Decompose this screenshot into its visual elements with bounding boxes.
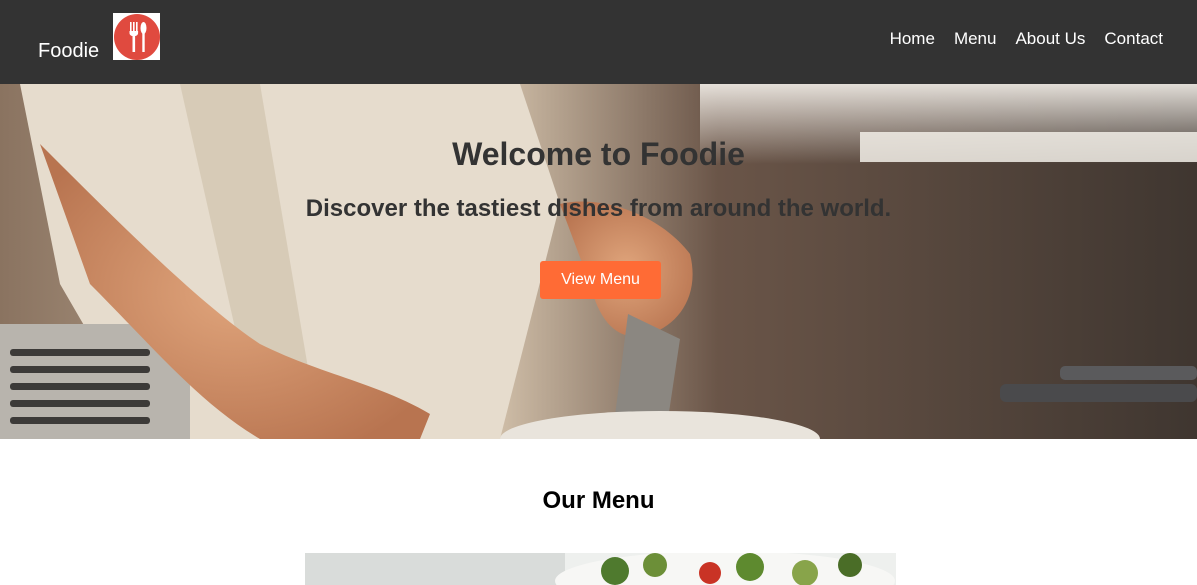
nav-contact[interactable]: Contact [1104,29,1163,49]
nav-home[interactable]: Home [890,29,935,49]
hero-title: Welcome to Foodie [452,136,745,172]
hero-subtitle: Discover the tastiest dishes from around… [305,195,892,222]
logo[interactable] [113,13,160,60]
main-nav: Home Menu About Us Contact [871,29,1163,49]
nav-about-us[interactable]: About Us [1015,29,1085,49]
brand-name[interactable]: Foodie [38,39,99,63]
brand[interactable]: Foodie [38,13,99,63]
menu-section-title: Our Menu [542,487,655,514]
fork-spoon-icon [113,13,160,60]
nav-menu[interactable]: Menu [954,29,997,49]
menu-item-image[interactable] [305,553,896,585]
site-header: Foodie Home Menu About Us Contact [0,0,1197,84]
view-menu-button[interactable]: View Menu [540,261,661,299]
hero-section: Welcome to Foodie Discover the tastiest … [0,84,1197,439]
